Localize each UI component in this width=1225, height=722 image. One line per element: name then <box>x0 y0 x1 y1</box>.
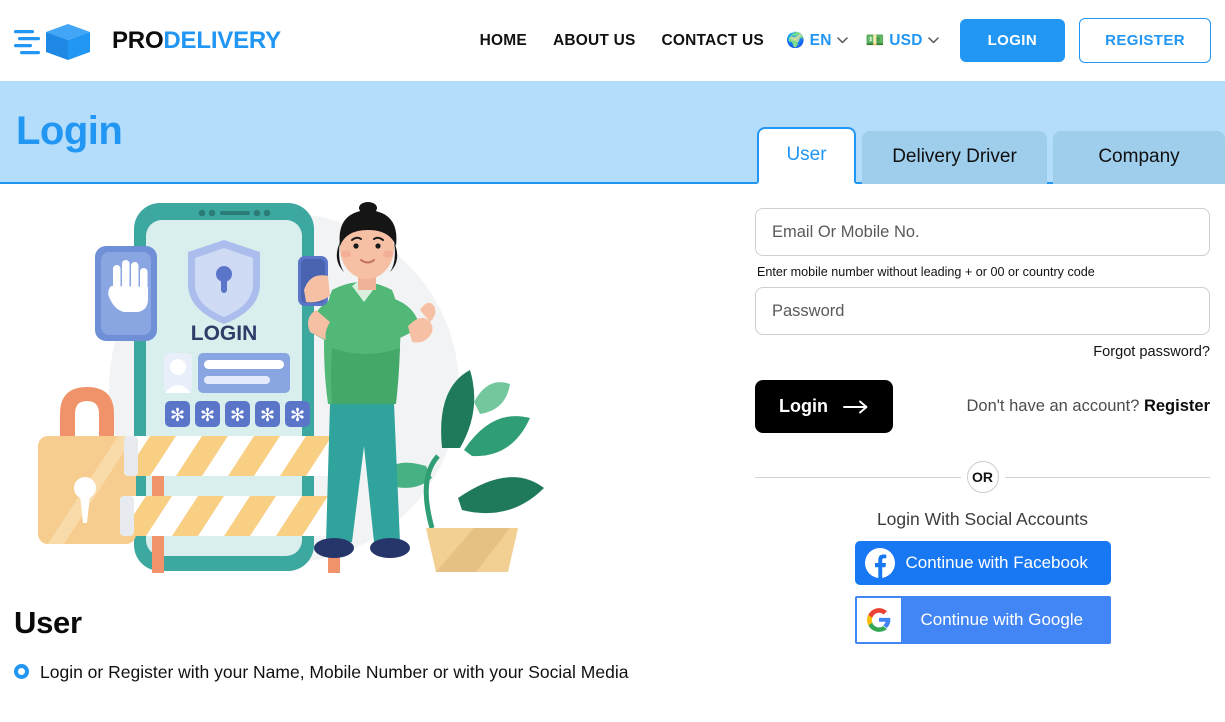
arrow-right-icon <box>843 400 868 413</box>
currency-selector[interactable]: 💵 USD <box>857 32 948 50</box>
login-submit-button[interactable]: Login <box>755 380 893 433</box>
page-title: Login <box>16 109 123 153</box>
chevron-down-icon <box>836 37 848 44</box>
svg-text:✻: ✻ <box>290 405 305 425</box>
logo-text-pro: PRO <box>112 26 164 54</box>
divider-line-left <box>755 476 961 478</box>
facebook-icon <box>864 548 895 578</box>
svg-text:✻: ✻ <box>200 405 215 425</box>
money-icon: 💵 <box>865 32 885 49</box>
login-illustration-svg: LOGIN ✻ ✻ ✻ ✻ ✻ <box>38 202 544 573</box>
no-account-label: Don't have an account? <box>966 397 1144 415</box>
tab-company[interactable]: Company <box>1053 131 1225 184</box>
tab-user[interactable]: User <box>757 127 856 184</box>
google-login-button[interactable]: Continue with Google <box>854 596 1111 644</box>
language-label: EN <box>809 31 832 49</box>
login-action-row: Login Don't have an account? Register <box>755 380 1210 433</box>
forgot-password-link[interactable]: Forgot password? <box>755 344 1210 360</box>
left-column: LOGIN ✻ ✻ ✻ ✻ ✻ User Login or Register w… <box>0 184 755 684</box>
google-icon <box>866 608 890 632</box>
facebook-login-button[interactable]: Continue with Facebook <box>854 541 1111 585</box>
login-submit-label: Login <box>779 396 828 416</box>
google-login-label: Continue with Google <box>920 610 1084 629</box>
login-type-tabs: User Delivery Driver Company <box>757 127 1225 184</box>
register-link[interactable]: Register <box>1144 397 1210 415</box>
social-login-title: Login With Social Accounts <box>876 509 1089 529</box>
illustration-login-label: LOGIN <box>191 322 258 345</box>
globe-icon: 🌍 <box>785 32 805 49</box>
header-register-button[interactable]: REGISTER <box>1079 18 1211 63</box>
email-or-mobile-input[interactable] <box>755 208 1210 256</box>
currency-label: USD <box>889 31 923 49</box>
logo-text-delivery: DELIVERY <box>163 26 281 54</box>
no-account-text: Don't have an account? Register <box>967 397 1210 416</box>
password-input[interactable] <box>755 287 1210 335</box>
nav-item-home[interactable]: HOME <box>467 32 540 50</box>
nav-item-about-us[interactable]: ABOUT US <box>540 32 649 50</box>
page-banner: Login User Delivery Driver Company <box>0 81 1225 184</box>
tab-delivery-driver[interactable]: Delivery Driver <box>862 131 1047 184</box>
header-login-button[interactable]: LOGIN <box>959 19 1066 62</box>
or-divider: OR <box>755 461 1210 493</box>
page-content: LOGIN ✻ ✻ ✻ ✻ ✻ User Login or Register w… <box>0 184 1225 684</box>
facebook-login-label: Continue with Facebook <box>905 553 1088 572</box>
site-header: PRODELIVERY HOME ABOUT US CONTACT US 🌍 E… <box>0 0 1225 81</box>
main-navigation: HOME ABOUT US CONTACT US 🌍 EN 💵 USD LOGI… <box>467 18 1211 63</box>
login-illustration: LOGIN ✻ ✻ ✻ ✻ ✻ <box>12 198 557 583</box>
divider-line-right <box>1004 476 1210 478</box>
svg-text:✻: ✻ <box>230 405 245 425</box>
logo-text: PRODELIVERY <box>112 27 281 55</box>
login-form-panel: Enter mobile number without leading + or… <box>755 184 1225 684</box>
site-logo[interactable]: PRODELIVERY <box>14 18 281 64</box>
bullet-dot-icon <box>14 664 29 679</box>
info-bullet-item: Login or Register with your Name, Mobile… <box>14 661 755 684</box>
info-heading: User <box>14 605 82 640</box>
nav-item-contact-us[interactable]: CONTACT US <box>649 32 777 50</box>
delivery-box-icon <box>14 23 90 60</box>
svg-text:✻: ✻ <box>260 405 275 425</box>
svg-text:✻: ✻ <box>170 405 185 425</box>
chevron-down-icon <box>927 37 939 44</box>
language-selector[interactable]: 🌍 EN <box>777 32 857 50</box>
mobile-helper-text: Enter mobile number without leading + or… <box>757 265 1095 279</box>
info-bullet-text: Login or Register with your Name, Mobile… <box>40 662 629 682</box>
google-icon-box <box>856 598 901 642</box>
divider-label: OR <box>966 461 999 493</box>
